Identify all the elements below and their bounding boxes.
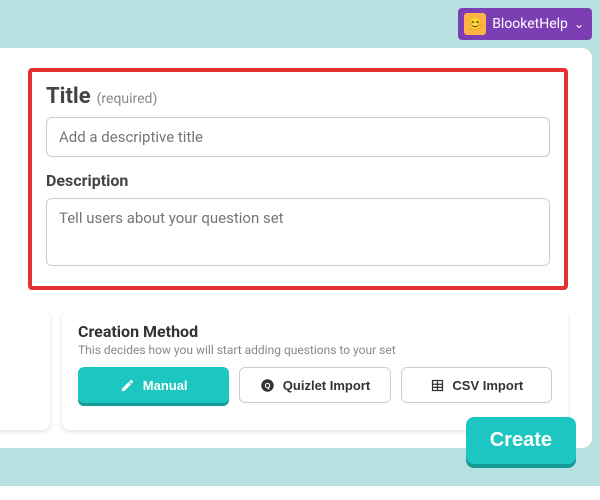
description-input[interactable]: [46, 198, 550, 266]
table-icon: [429, 377, 445, 393]
title-label: Title: [46, 84, 91, 109]
title-input[interactable]: [46, 117, 550, 157]
quizlet-icon: Q: [260, 377, 276, 393]
chevron-down-icon: ⌄: [574, 17, 584, 31]
method-csv-label: CSV Import: [452, 378, 523, 393]
svg-text:Q: Q: [265, 381, 271, 390]
creation-method-subheading: This decides how you will start adding q…: [78, 343, 552, 357]
method-manual-button[interactable]: Manual: [78, 367, 229, 403]
set-creation-card: Title (required) Description Creation Me…: [0, 48, 592, 448]
method-quizlet-button[interactable]: Q Quizlet Import: [239, 367, 390, 403]
avatar: 😊: [464, 13, 486, 35]
creation-method-card: Creation Method This decides how you wil…: [62, 310, 568, 430]
edit-icon: [120, 377, 136, 393]
creation-method-heading: Creation Method: [78, 322, 552, 341]
description-label: Description: [46, 171, 550, 190]
bottom-strip: [0, 486, 600, 500]
title-label-row: Title (required): [46, 84, 550, 109]
user-name: BlooketHelp: [492, 16, 568, 32]
title-description-section: Title (required) Description: [28, 68, 568, 290]
method-manual-label: Manual: [143, 378, 188, 393]
user-dropdown[interactable]: 😊 BlooketHelp ⌄: [458, 8, 592, 40]
create-button[interactable]: Create: [466, 417, 576, 464]
side-card-stub: [0, 310, 50, 430]
creation-method-buttons: Manual Q Quizlet Import CSV Import: [78, 367, 552, 403]
title-required-hint: (required): [97, 91, 158, 107]
method-quizlet-label: Quizlet Import: [283, 378, 370, 393]
method-csv-button[interactable]: CSV Import: [401, 367, 552, 403]
